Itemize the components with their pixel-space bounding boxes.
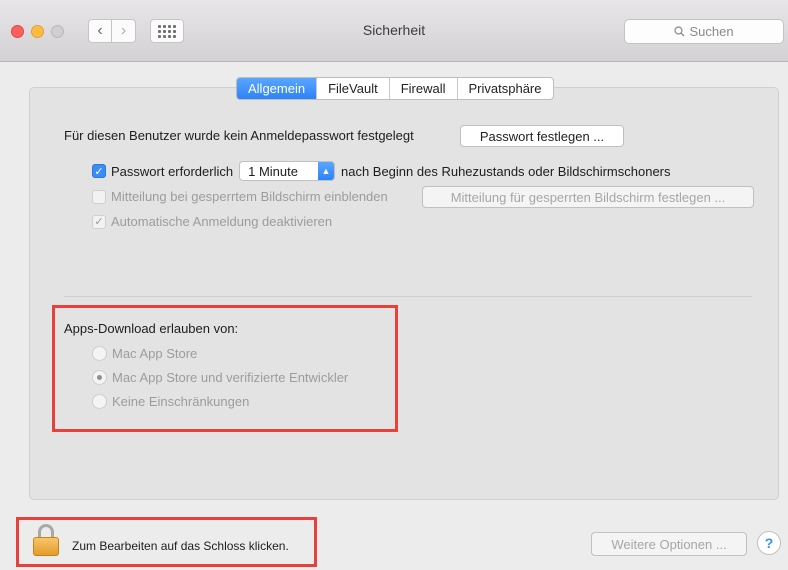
updown-arrows-icon: ▲︎	[317, 162, 334, 180]
preferences-window: ‹ › Sicherheit Suchen Allgemein FileVaul…	[0, 0, 788, 570]
auto-login-row: ✓ Automatische Anmeldung deaktivieren	[92, 214, 332, 229]
no-password-text: Für diesen Benutzer wurde kein Anmeldepa…	[64, 128, 414, 143]
set-password-button[interactable]: Passwort festlegen ...	[460, 125, 624, 147]
require-password-checkbox[interactable]: ✓	[92, 164, 106, 178]
search-icon	[674, 26, 685, 37]
lock-message-row: Mitteilung bei gesperrtem Bildschirm ein…	[92, 189, 388, 204]
help-button[interactable]: ?	[757, 531, 781, 555]
tab-firewall[interactable]: Firewall	[388, 78, 457, 99]
highlight-box-apps-download	[52, 305, 398, 432]
title-bar: ‹ › Sicherheit Suchen	[0, 0, 788, 62]
require-password-suffix: nach Beginn des Ruhezustands oder Bildsc…	[340, 163, 671, 179]
search-placeholder: Suchen	[689, 24, 734, 39]
password-delay-value: 1 Minute	[248, 163, 298, 179]
tab-privacy[interactable]: Privatsphäre	[456, 78, 553, 99]
require-password-row: ✓ Passwort erforderlich 1 Minute ▲︎ nach…	[92, 161, 671, 181]
set-lock-message-button[interactable]: Mitteilung für gesperrten Bildschirm fes…	[422, 186, 754, 208]
highlight-box-lock	[16, 517, 317, 567]
section-divider	[64, 296, 752, 297]
tab-general[interactable]: Allgemein	[237, 78, 317, 99]
tab-filevault[interactable]: FileVault	[316, 78, 389, 99]
auto-login-label: Automatische Anmeldung deaktivieren	[111, 214, 333, 229]
search-field[interactable]: Suchen	[624, 19, 784, 44]
settings-panel	[29, 87, 779, 500]
auto-login-checkbox[interactable]: ✓	[92, 214, 106, 229]
lock-message-checkbox[interactable]	[92, 189, 106, 204]
require-password-label: Passwort erforderlich	[111, 163, 234, 179]
more-options-button[interactable]: Weitere Optionen ...	[591, 532, 747, 556]
lock-message-label: Mitteilung bei gesperrtem Bildschirm ein…	[111, 189, 388, 204]
tab-bar: Allgemein FileVault Firewall Privatsphär…	[236, 77, 554, 100]
password-delay-select[interactable]: 1 Minute ▲︎	[239, 161, 335, 181]
